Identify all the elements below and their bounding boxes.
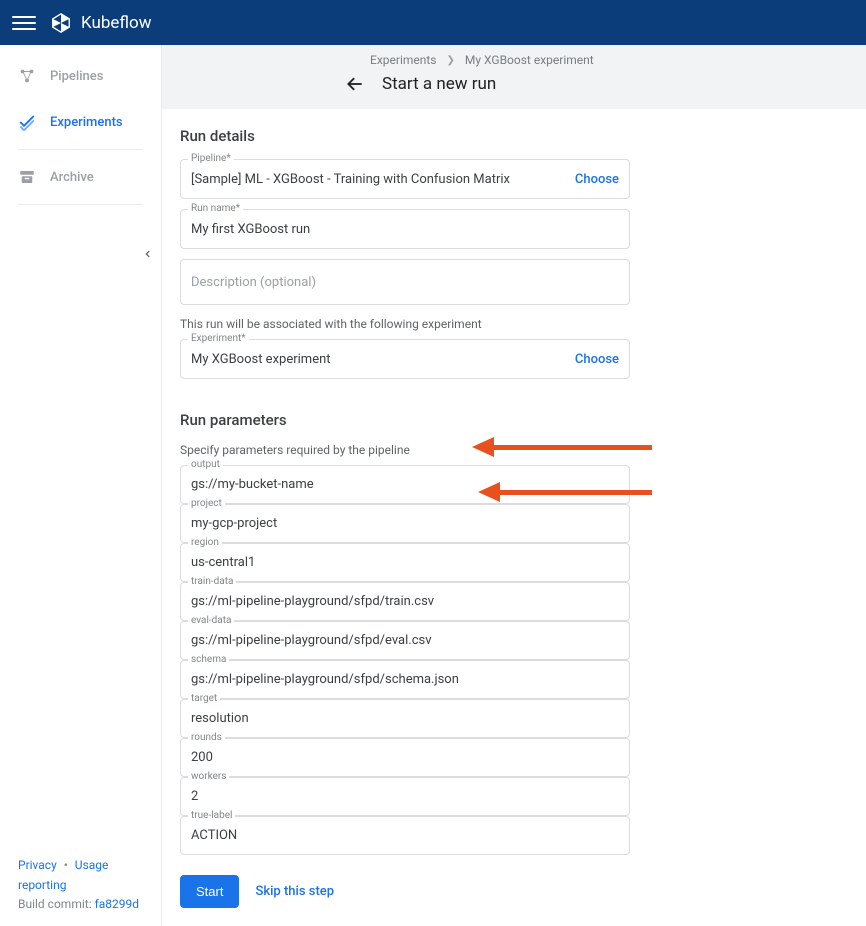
param-input-region[interactable]	[191, 555, 619, 570]
run-name-field[interactable]	[180, 209, 630, 249]
experiment-label: Experiment*	[188, 333, 249, 344]
param-field-rounds[interactable]	[180, 738, 630, 777]
pipeline-field[interactable]: Choose	[180, 159, 630, 199]
param-field-project[interactable]	[180, 504, 630, 543]
param-input-project[interactable]	[191, 516, 619, 531]
main-content: Experiments ❯ My XGBoost experiment Star…	[162, 45, 866, 926]
description-input[interactable]	[191, 275, 619, 290]
param-label-project: project	[188, 498, 225, 509]
run-params-heading: Run parameters	[180, 411, 836, 429]
nav-experiments[interactable]: Experiments	[0, 99, 161, 145]
page-title: Start a new run	[382, 74, 496, 94]
app-name: Kubeflow	[81, 13, 152, 33]
param-field-train-data[interactable]	[180, 582, 630, 621]
param-label-rounds: rounds	[188, 732, 225, 743]
nav-divider	[18, 204, 143, 205]
run-name-input[interactable]	[191, 222, 619, 237]
association-text: This run will be associated with the fol…	[180, 317, 836, 331]
experiments-icon	[18, 113, 36, 131]
sidebar-footer: Privacy • Usage reporting Build commit: …	[0, 844, 161, 926]
nav-label: Experiments	[50, 115, 123, 130]
pipelines-icon	[18, 67, 36, 85]
param-label-output: output	[188, 459, 223, 470]
nav-label: Archive	[50, 170, 94, 185]
kubeflow-logo-icon	[50, 12, 72, 34]
nav-divider	[18, 149, 143, 150]
run-params-sub: Specify parameters required by the pipel…	[180, 443, 836, 457]
experiment-choose-button[interactable]: Choose	[567, 352, 619, 367]
chevron-right-icon: ❯	[447, 55, 455, 66]
privacy-link[interactable]: Privacy	[18, 858, 57, 872]
run-name-label: Run name*	[188, 203, 243, 214]
app-logo[interactable]: Kubeflow	[50, 12, 152, 34]
param-input-workers[interactable]	[191, 789, 619, 804]
topbar: Kubeflow	[0, 0, 866, 45]
param-field-output[interactable]	[180, 465, 630, 504]
sidebar: Pipelines Experiments Archive Privacy • …	[0, 45, 162, 926]
param-label-schema: schema	[188, 654, 229, 665]
dot-separator: •	[64, 858, 68, 872]
nav-pipelines[interactable]: Pipelines	[0, 53, 161, 99]
nav-archive[interactable]: Archive	[0, 154, 161, 200]
build-commit-label: Build commit:	[18, 897, 92, 911]
breadcrumb-experiments[interactable]: Experiments	[370, 53, 437, 67]
param-input-target[interactable]	[191, 711, 619, 726]
param-input-train-data[interactable]	[191, 594, 619, 609]
experiment-field[interactable]: Choose	[180, 339, 630, 379]
nav-label: Pipelines	[50, 69, 103, 84]
archive-icon	[18, 168, 36, 186]
run-details-heading: Run details	[180, 127, 836, 145]
param-label-train-data: train-data	[188, 576, 236, 587]
param-input-eval-data[interactable]	[191, 633, 619, 648]
pipeline-label: Pipeline*	[188, 153, 234, 164]
back-arrow-icon[interactable]	[344, 73, 366, 95]
menu-icon[interactable]	[12, 11, 36, 35]
param-input-true-label[interactable]	[191, 828, 619, 843]
pipeline-choose-button[interactable]: Choose	[567, 172, 619, 187]
param-input-output[interactable]	[191, 477, 619, 492]
param-label-true-label: true-label	[188, 810, 235, 821]
pipeline-input[interactable]	[191, 172, 567, 187]
param-input-schema[interactable]	[191, 672, 619, 687]
param-label-workers: workers	[188, 771, 229, 782]
param-label-target: target	[188, 693, 220, 704]
skip-button[interactable]: Skip this step	[255, 884, 334, 899]
experiment-input[interactable]	[191, 352, 567, 367]
param-field-workers[interactable]	[180, 777, 630, 816]
build-commit-hash[interactable]: fa8299d	[95, 897, 139, 911]
sidebar-collapse[interactable]	[134, 240, 162, 268]
param-field-true-label[interactable]	[180, 816, 630, 855]
param-input-rounds[interactable]	[191, 750, 619, 765]
param-field-region[interactable]	[180, 543, 630, 582]
param-label-eval-data: eval-data	[188, 615, 234, 626]
start-button[interactable]: Start	[180, 875, 239, 908]
param-label-region: region	[188, 537, 222, 548]
description-field[interactable]	[180, 259, 630, 305]
breadcrumb-current[interactable]: My XGBoost experiment	[465, 53, 594, 67]
param-field-target[interactable]	[180, 699, 630, 738]
param-field-eval-data[interactable]	[180, 621, 630, 660]
param-field-schema[interactable]	[180, 660, 630, 699]
breadcrumb: Experiments ❯ My XGBoost experiment	[162, 53, 866, 73]
